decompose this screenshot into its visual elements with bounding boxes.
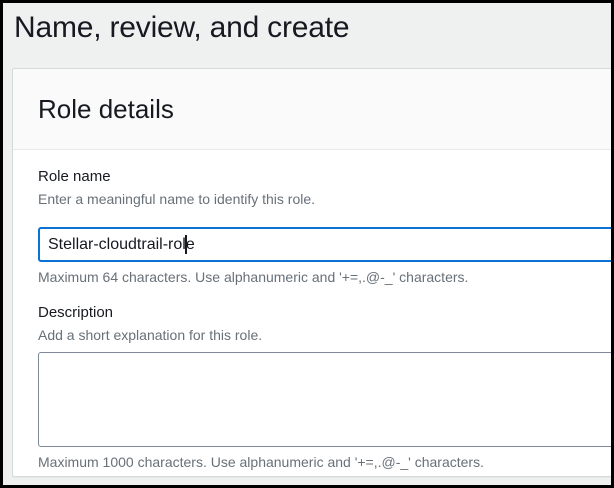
role-name-helper: Enter a meaningful name to identify this…	[38, 189, 611, 209]
page-title: Name, review, and create	[14, 10, 349, 46]
card-title: Role details	[38, 94, 174, 124]
description-helper: Add a short explanation for this role.	[38, 325, 611, 345]
role-name-input[interactable]	[38, 227, 611, 262]
description-constraint: Maximum 1000 characters. Use alphanumeri…	[38, 452, 611, 472]
description-textarea[interactable]	[38, 352, 611, 447]
role-details-card-body: Role name Enter a meaningful name to ide…	[13, 150, 611, 472]
page: Name, review, and create Role details Ro…	[0, 0, 614, 488]
role-details-card-header: Role details	[13, 69, 611, 150]
role-name-label: Role name	[38, 167, 611, 187]
text-cursor-caret	[185, 235, 187, 254]
description-label: Description	[38, 303, 611, 323]
role-name-constraint: Maximum 64 characters. Use alphanumeric …	[38, 267, 611, 287]
role-details-card: Role details Role name Enter a meaningfu…	[12, 68, 611, 477]
role-name-input-wrap	[38, 227, 611, 262]
